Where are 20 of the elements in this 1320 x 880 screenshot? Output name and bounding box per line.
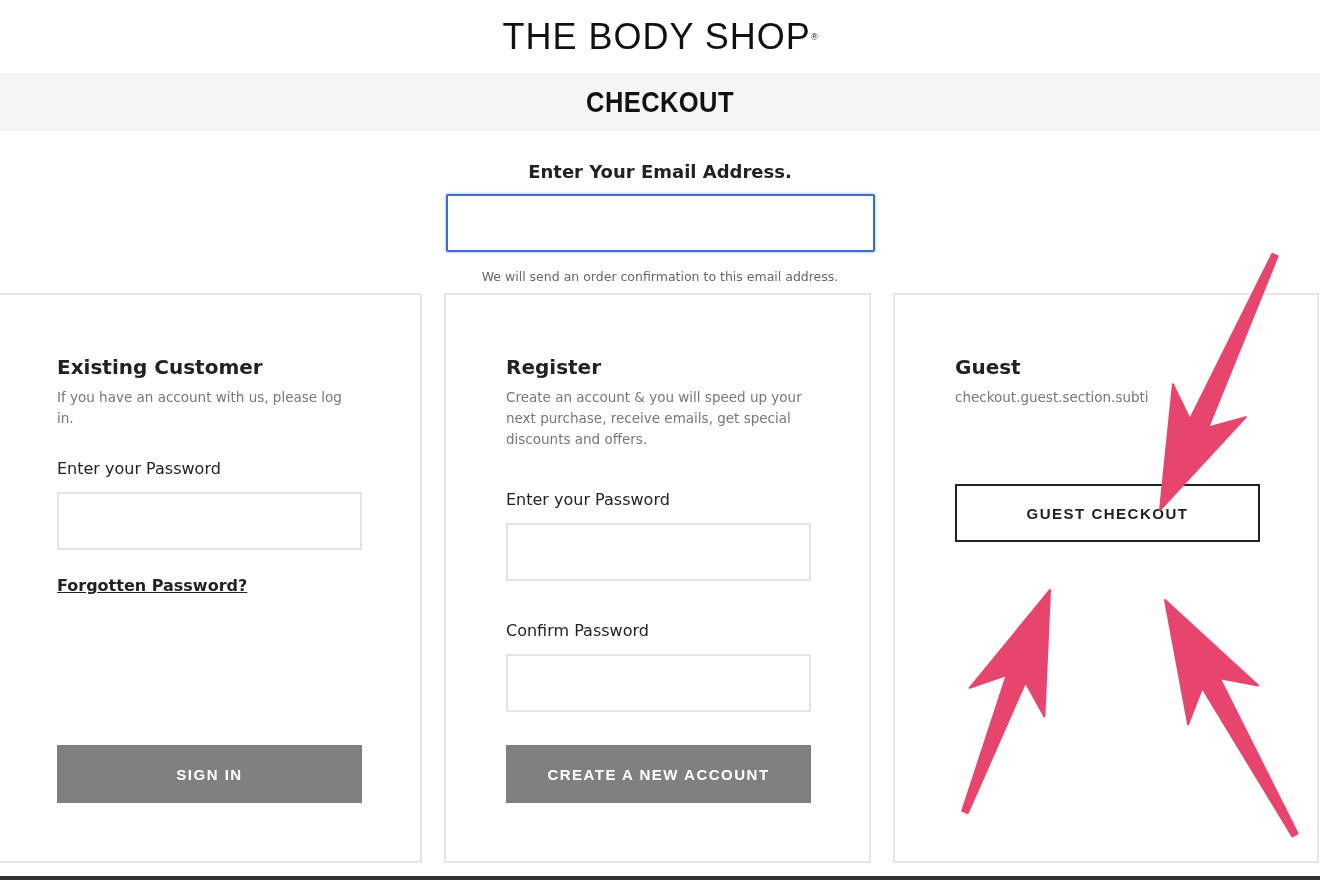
field-label: Enter your Password <box>57 459 222 478</box>
panel-subtitle: If you have an account with us, please log in. <box>57 388 343 428</box>
panel-title: Register <box>506 355 603 379</box>
password-field[interactable] <box>506 654 811 712</box>
password-field[interactable] <box>57 492 362 550</box>
field-label: Confirm Password <box>506 621 650 640</box>
forgot-password-link[interactable]: Forgotten Password? <box>57 576 248 595</box>
email-field[interactable] <box>445 194 875 252</box>
page-title: CHECKOUT <box>586 85 734 119</box>
guest-checkout-button[interactable]: GUEST CHECKOUT <box>955 484 1260 542</box>
password-field[interactable] <box>506 523 811 581</box>
panel-subtitle: Create an account & you will speed up your next purchase, receive emails, get special discounts and offers. <box>506 388 803 449</box>
panel-subtitle: checkout.guest.section.subti <box>955 388 1150 407</box>
submit-button[interactable]: SIGN IN <box>57 745 362 803</box>
email-label: Enter Your Email Address. <box>528 161 792 182</box>
submit-button[interactable]: CREATE A NEW ACCOUNT <box>506 745 811 803</box>
panel-title: Guest <box>955 355 1022 379</box>
email-hint: We will send an order confirmation to this email address. <box>481 269 839 284</box>
field-label: Enter your Password <box>506 490 671 509</box>
panel-title: Existing Customer <box>57 355 264 379</box>
